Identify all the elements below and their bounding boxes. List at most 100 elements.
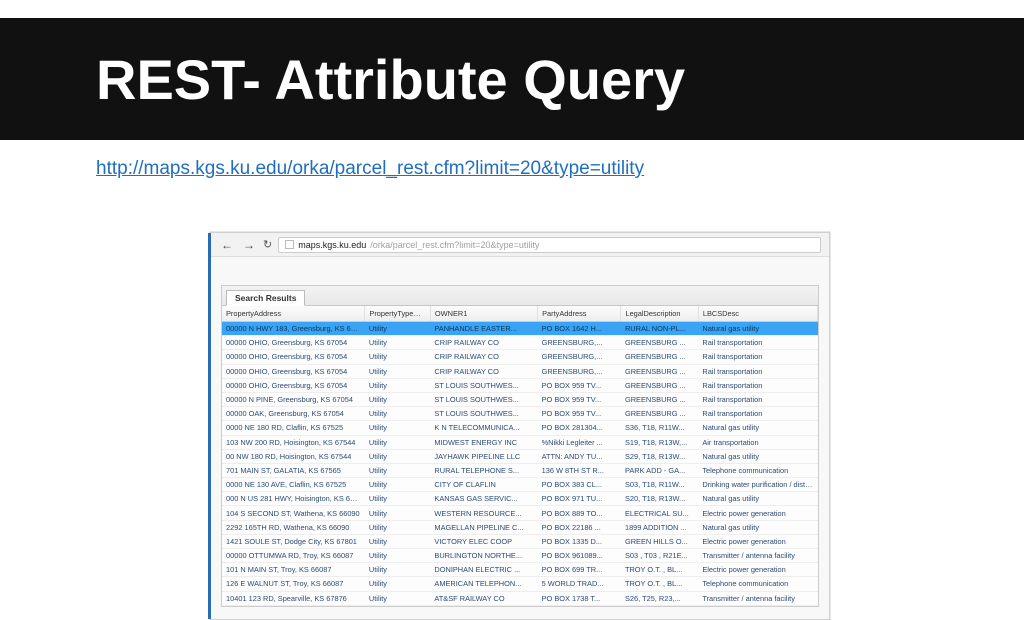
table-cell: Natural gas utility [698,449,817,463]
table-cell: Telephone communication [698,577,817,591]
table-cell: TROY O.T. , BL... [621,577,698,591]
table-cell: GREENSBURG ... [621,407,698,421]
table-row[interactable]: 00000 OHIO, Greensburg, KS 67054UtilityC… [222,364,818,378]
table-cell: Drinking water purification / distributi… [698,478,817,492]
table-cell: Electric power generation [698,563,817,577]
table-cell: Transmitter / antenna facility [698,591,817,605]
table-row[interactable]: 0000 NE 180 RD, Claflin, KS 67525Utility… [222,421,818,435]
table-cell: 00000 N HWY 183, Greensburg, KS 67054 [222,322,365,336]
table-row[interactable]: 126 E WALNUT ST, Troy, KS 66087UtilityAM… [222,577,818,591]
table-cell: GREENSBURG ... [621,364,698,378]
example-url-link[interactable]: http://maps.kgs.ku.edu/orka/parcel_rest.… [96,158,644,179]
table-cell: PO BOX 1335 D... [538,534,621,548]
table-cell: GREENSBURG,... [538,364,621,378]
table-cell: 101 N MAIN ST, Troy, KS 66087 [222,563,365,577]
table-cell: MIDWEST ENERGY INC [430,435,537,449]
column-header[interactable]: PropertyAddress [222,306,365,322]
back-icon[interactable]: ← [219,238,235,252]
table-cell: S36, T18, R11W... [621,421,698,435]
table-cell: Utility [365,534,431,548]
column-header[interactable]: PartyAddress [538,306,621,322]
address-bar[interactable]: maps.kgs.ku.edu/orka/parcel_rest.cfm?lim… [278,237,821,253]
table-row[interactable]: 2292 165TH RD, Wathena, KS 66090UtilityM… [222,520,818,534]
table-row[interactable]: 1421 SOULE ST, Dodge City, KS 67801Utili… [222,534,818,548]
table-cell: CRIP RAILWAY CO [430,336,537,350]
table-cell: 0000 NE 130 AVE, Claflin, KS 67525 [222,478,365,492]
table-cell: Utility [365,463,431,477]
table-cell: PO BOX 1738 T... [538,591,621,605]
table-cell: Utility [365,350,431,364]
column-header[interactable]: LegalDescription [621,306,698,322]
table-cell: Utility [365,563,431,577]
table-cell: 00000 OHIO, Greensburg, KS 67054 [222,364,365,378]
table-cell: Natural gas utility [698,520,817,534]
table-cell: Utility [365,378,431,392]
table-cell: AT&SF RAILWAY CO [430,591,537,605]
table-row[interactable]: 00 NW 180 RD, Hoisington, KS 67544Utilit… [222,449,818,463]
table-row[interactable]: 00000 OHIO, Greensburg, KS 67054UtilityS… [222,378,818,392]
tab-search-results[interactable]: Search Results [226,290,305,306]
browser-accent [208,233,211,619]
table-row[interactable]: 00000 OAK, Greensburg, KS 67054UtilityST… [222,407,818,421]
table-row[interactable]: 101 N MAIN ST, Troy, KS 66087UtilityDONI… [222,563,818,577]
column-header[interactable]: PropertyTypeDesc [365,306,431,322]
table-row[interactable]: 000 N US 281 HWY, Hoisington, KS 67544Ut… [222,492,818,506]
table-cell: Rail transportation [698,407,817,421]
table-cell: CRIP RAILWAY CO [430,350,537,364]
table-cell: Utility [365,577,431,591]
table-row[interactable]: 00000 OHIO, Greensburg, KS 67054UtilityC… [222,350,818,364]
table-row[interactable]: 00000 N PINE, Greensburg, KS 67054Utilit… [222,392,818,406]
table-cell: PO BOX 281304... [538,421,621,435]
column-header[interactable]: OWNER1 [430,306,537,322]
table-cell: DONIPHAN ELECTRIC ... [430,563,537,577]
table-cell: CRIP RAILWAY CO [430,364,537,378]
table-cell: 701 MAIN ST, GALATIA, KS 67565 [222,463,365,477]
table-cell: KANSAS GAS SERVIC... [430,492,537,506]
table-cell: JAYHAWK PIPELINE LLC [430,449,537,463]
table-cell: GREENSBURG,... [538,336,621,350]
table-cell: 00000 OHIO, Greensburg, KS 67054 [222,378,365,392]
table-cell: Natural gas utility [698,492,817,506]
table-cell: S03 , T03 , R21E... [621,549,698,563]
table-cell: Electric power generation [698,534,817,548]
table-row[interactable]: 701 MAIN ST, GALATIA, KS 67565UtilityRUR… [222,463,818,477]
table-cell: Transmitter / antenna facility [698,549,817,563]
page-title: REST- Attribute Query [96,47,685,112]
table-cell: RURAL NON-PL... [621,322,698,336]
table-cell: S20, T18, R13W... [621,492,698,506]
table-cell: 2292 165TH RD, Wathena, KS 66090 [222,520,365,534]
table-cell: ELECTRICAL SU... [621,506,698,520]
table-cell: S29, T18, R13W... [621,449,698,463]
table-cell: 104 S SECOND ST, Wathena, KS 66090 [222,506,365,520]
table-cell: Rail transportation [698,336,817,350]
table-row[interactable]: 00000 N HWY 183, Greensburg, KS 67054Uti… [222,322,818,336]
table-row[interactable]: 103 NW 200 RD, Hoisington, KS 67544Utili… [222,435,818,449]
address-host: maps.kgs.ku.edu [298,240,366,250]
results-panel: Search Results PropertyAddressPropertyTy… [221,285,819,607]
table-cell: MAGELLAN PIPELINE C... [430,520,537,534]
results-table: PropertyAddressPropertyTypeDescOWNER1Par… [222,306,818,606]
table-row[interactable]: 00000 OTTUMWA RD, Troy, KS 66087UtilityB… [222,549,818,563]
table-cell: 1421 SOULE ST, Dodge City, KS 67801 [222,534,365,548]
table-row[interactable]: 104 S SECOND ST, Wathena, KS 66090Utilit… [222,506,818,520]
reload-icon[interactable]: ↻ [263,238,272,251]
table-cell: ST LOUIS SOUTHWES... [430,378,537,392]
table-cell: 00 NW 180 RD, Hoisington, KS 67544 [222,449,365,463]
table-cell: GREENSBURG,... [538,350,621,364]
column-header[interactable]: LBCSDesc [698,306,817,322]
table-row[interactable]: 0000 NE 130 AVE, Claflin, KS 67525Utilit… [222,478,818,492]
table-cell: Rail transportation [698,392,817,406]
table-cell: 126 E WALNUT ST, Troy, KS 66087 [222,577,365,591]
forward-icon[interactable]: → [241,238,257,252]
table-cell: PARK ADD - GA... [621,463,698,477]
table-cell: Utility [365,364,431,378]
table-row[interactable]: 00000 OHIO, Greensburg, KS 67054UtilityC… [222,336,818,350]
table-cell: Rail transportation [698,364,817,378]
table-cell: PO BOX 889 TO... [538,506,621,520]
table-row[interactable]: 10401 123 RD, Spearville, KS 67876Utilit… [222,591,818,605]
table-cell: ST LOUIS SOUTHWES... [430,392,537,406]
table-cell: GREENSBURG ... [621,336,698,350]
table-cell: Utility [365,322,431,336]
table-cell: Utility [365,435,431,449]
table-cell: RURAL TELEPHONE S... [430,463,537,477]
